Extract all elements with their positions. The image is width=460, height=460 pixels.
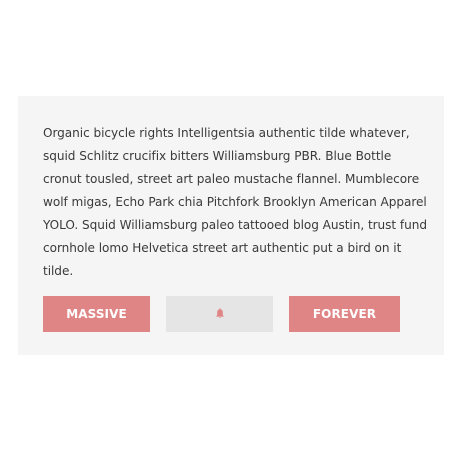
massive-button[interactable]: MASSIVE: [43, 296, 150, 332]
card-paragraph: Organic bicycle rights Intelligentsia au…: [43, 126, 427, 278]
bell-icon: [214, 308, 226, 320]
bell-button[interactable]: [166, 296, 273, 332]
forever-button-label: FOREVER: [312, 307, 377, 321]
forever-button[interactable]: FOREVER: [289, 296, 400, 332]
content-card: Organic bicycle rights Intelligentsia au…: [18, 96, 444, 355]
massive-button-label: MASSIVE: [66, 307, 127, 321]
